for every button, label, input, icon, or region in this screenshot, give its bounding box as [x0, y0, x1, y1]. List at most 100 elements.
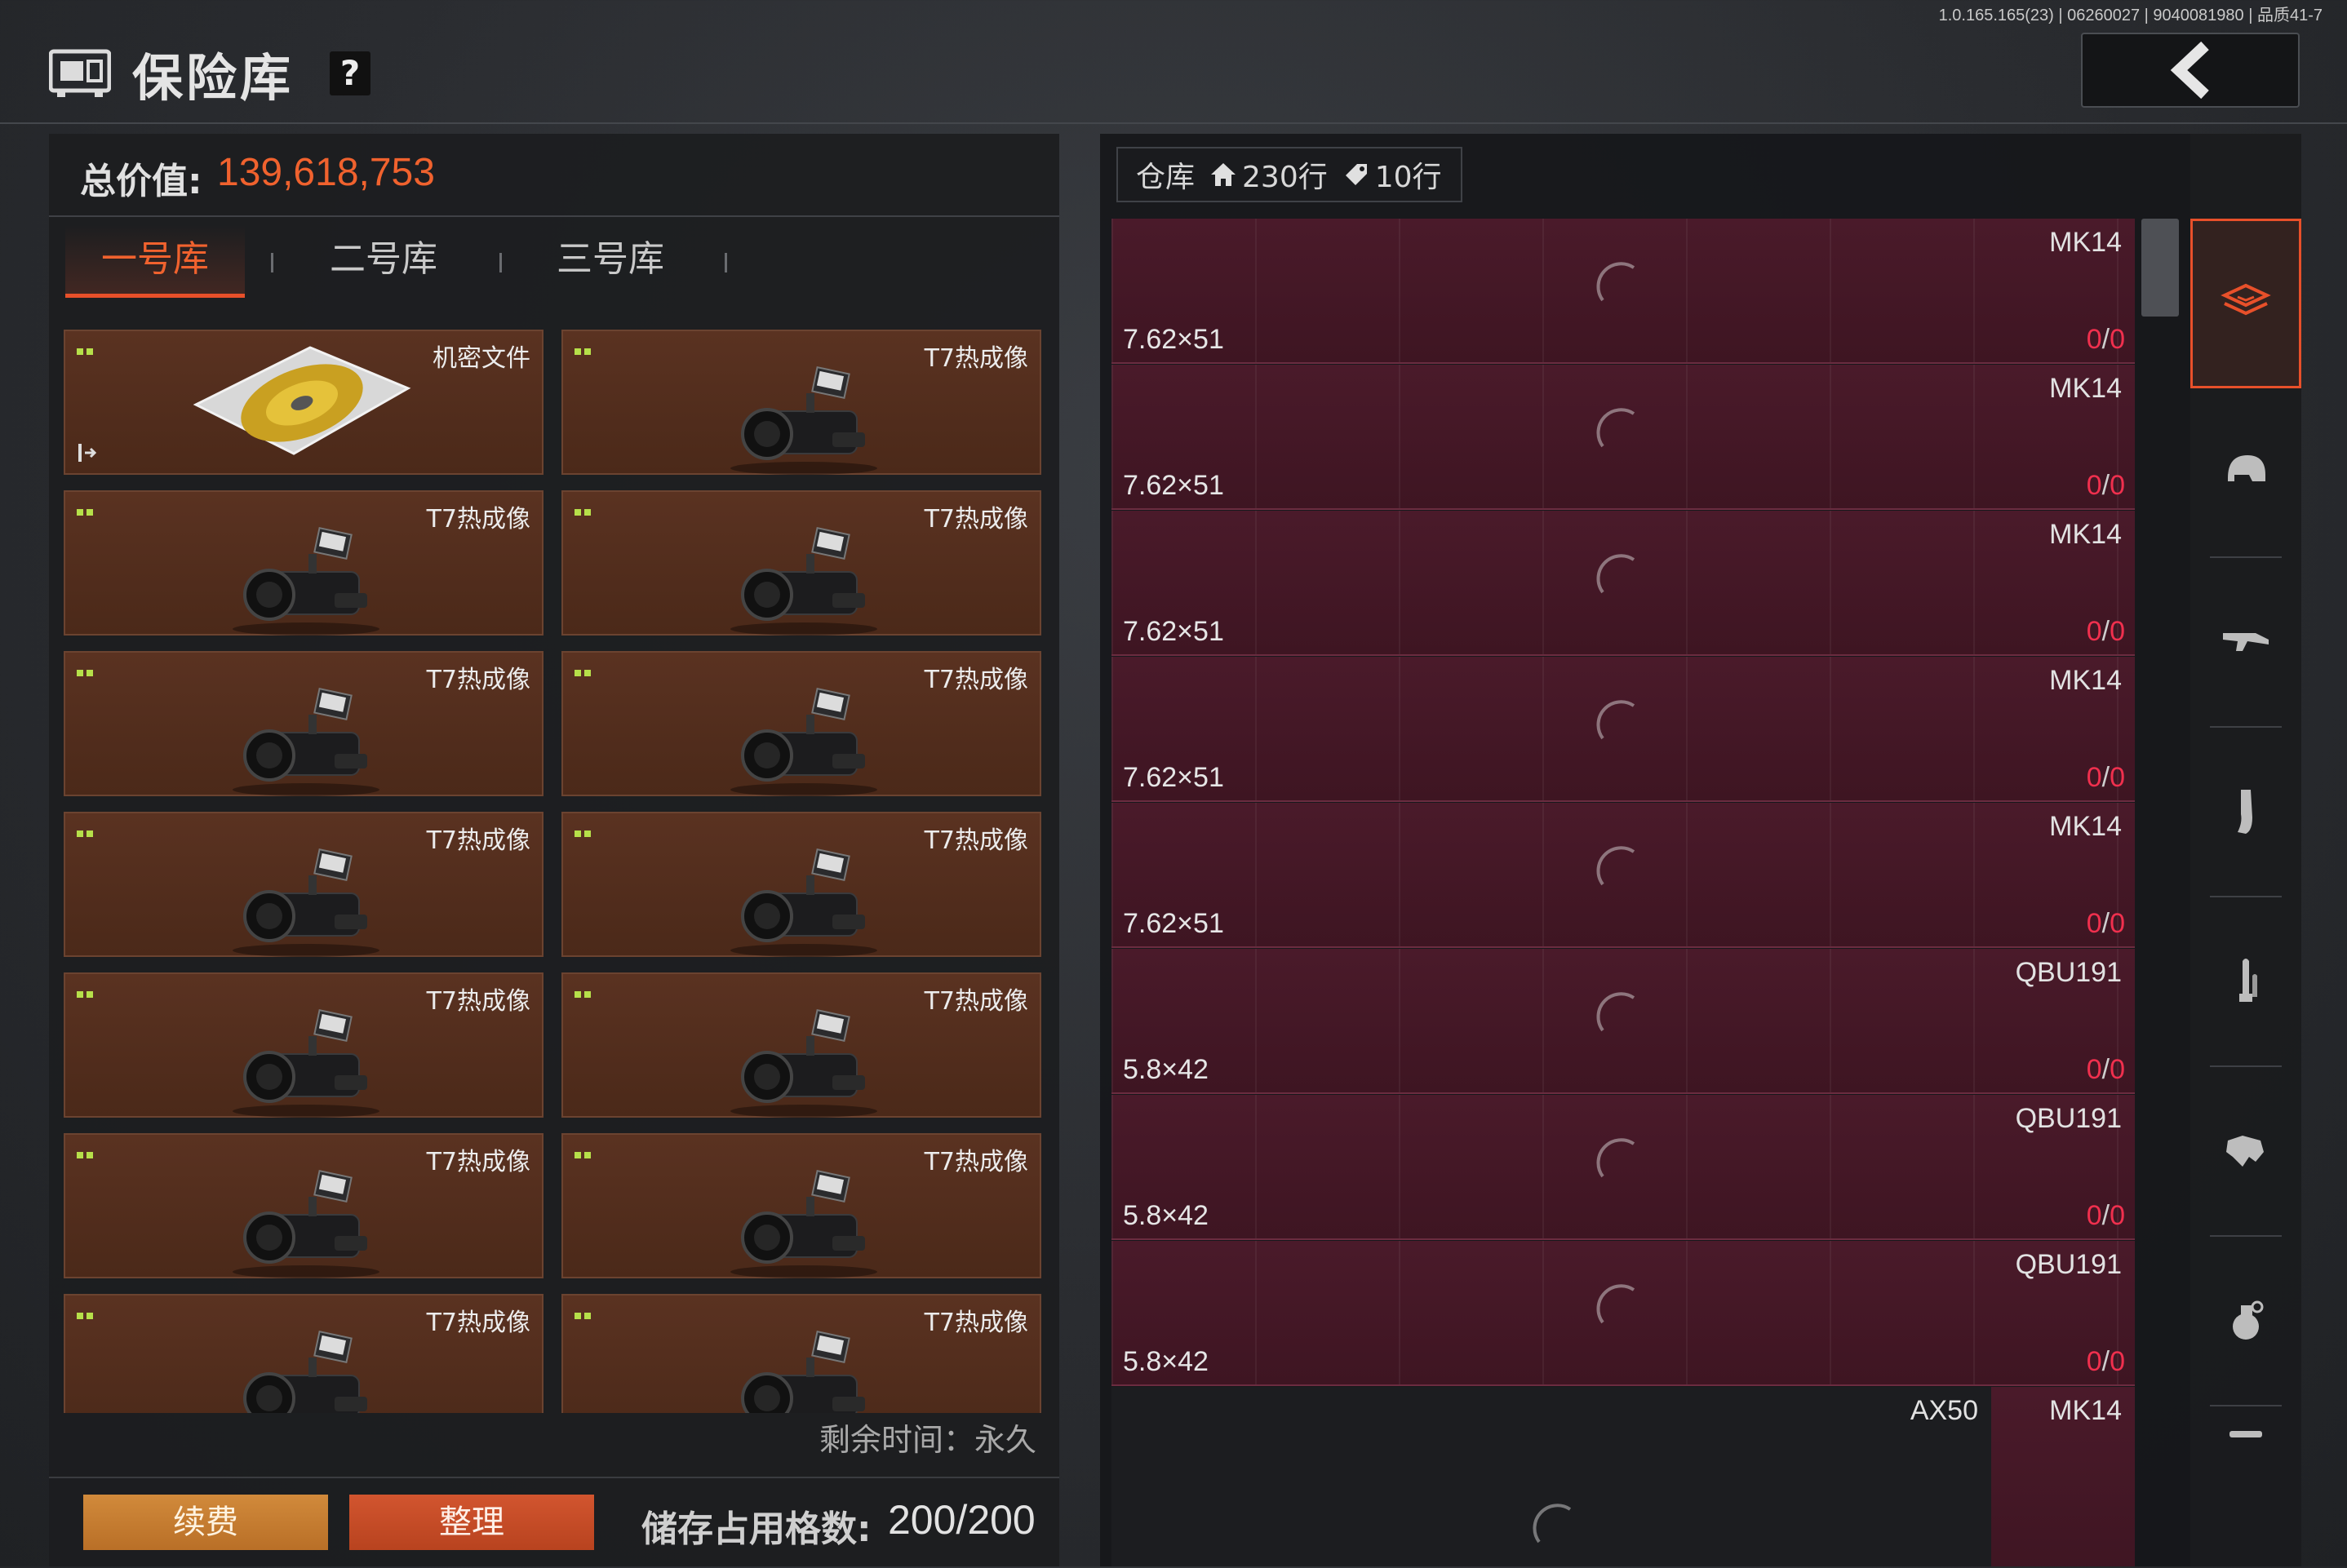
loading-spinner-icon — [1593, 844, 1653, 904]
ammo-count-max: 0 — [2110, 1346, 2125, 1377]
slot-item-label: T7热成像 — [924, 1148, 1028, 1176]
helmet-icon — [2220, 445, 2272, 501]
vault-tabs: 一号库 二号库 三号库 — [65, 225, 1045, 299]
sort-button[interactable]: 整理 — [349, 1495, 594, 1550]
classified-disc-icon — [188, 339, 411, 462]
slot-item-label: T7热成像 — [924, 1309, 1028, 1337]
armor-icon — [2220, 1124, 2272, 1180]
vault-slot[interactable]: T7热成像 — [64, 490, 543, 636]
ammo-count-separator: / — [2101, 908, 2110, 939]
slot-item-label: 机密文件 — [433, 344, 530, 373]
thermal-scope-icon — [212, 675, 400, 798]
warehouse-cell[interactable]: MK14 — [1991, 1387, 2135, 1566]
warehouse-scrollbar[interactable] — [2141, 219, 2179, 317]
total-value: 139,618,753 — [217, 151, 435, 194]
all-items-icon — [2220, 276, 2272, 331]
vault-slot[interactable]: T7热成像 — [561, 651, 1041, 796]
warehouse-row[interactable]: QBU191 5.8×42 0/0 — [1111, 1095, 2135, 1240]
more-icon — [2220, 1406, 2272, 1462]
ammo-count-max: 0 — [2110, 908, 2125, 939]
tab-vault-3[interactable]: 三号库 — [521, 225, 700, 294]
vault-slot[interactable]: T7热成像 — [561, 490, 1041, 636]
vault-slot[interactable]: 机密文件 — [64, 330, 543, 475]
loading-spinner-icon — [1593, 551, 1653, 612]
category-ammo[interactable] — [2190, 897, 2301, 1067]
vault-slot[interactable]: T7热成像 — [561, 1133, 1041, 1278]
warehouse-row[interactable]: MK14 7.62×51 0/0 — [1111, 219, 2135, 364]
ammo-count: 0/0 — [2087, 1346, 2125, 1378]
rarity-dots-icon — [575, 986, 592, 998]
warehouse-panel: 仓库 230行 10行 MK14 7.62×51 0/0 MK14 7.62×51 0/0… — [1100, 134, 2190, 1566]
vault-slot[interactable]: T7热成像 — [64, 1294, 543, 1413]
category-helmet[interactable] — [2190, 388, 2301, 558]
category-rifle[interactable] — [2190, 558, 2301, 728]
ammo-count-current: 0 — [2086, 1346, 2102, 1377]
slot-item-label: T7热成像 — [924, 344, 1028, 373]
vault-slot[interactable]: T7热成像 — [64, 1133, 543, 1278]
warehouse-row[interactable]: MK14 7.62×51 0/0 — [1111, 803, 2135, 948]
ammo-count-current: 0 — [2086, 908, 2102, 939]
thermal-scope-icon — [212, 836, 400, 959]
renew-button[interactable]: 续费 — [83, 1495, 328, 1550]
ammo-count-current: 0 — [2086, 1054, 2102, 1085]
warehouse-row[interactable]: MK14 7.62×51 0/0 — [1111, 657, 2135, 802]
magazine-icon — [2220, 785, 2272, 840]
top-bar: 保险库 ? — [0, 0, 2347, 124]
warehouse-row[interactable]: QBU191 5.8×42 0/0 — [1111, 1241, 2135, 1386]
ammo-count-max: 0 — [2110, 616, 2125, 647]
weapon-name: MK14 — [2049, 665, 2122, 696]
tab-divider — [499, 253, 502, 272]
category-all-items[interactable] — [2190, 219, 2301, 388]
slot-item-label: T7热成像 — [924, 505, 1028, 534]
back-button[interactable] — [2081, 33, 2300, 108]
ammo-count: 0/0 — [2087, 1054, 2125, 1086]
ammo-count-max: 0 — [2110, 324, 2125, 355]
help-icon[interactable]: ? — [330, 51, 371, 95]
vault-slot[interactable]: T7热成像 — [561, 812, 1041, 957]
ammo-count-max: 0 — [2110, 1200, 2125, 1231]
ammo-count-separator: / — [2101, 616, 2110, 647]
weapon-name: MK14 — [2049, 519, 2122, 550]
ammo-count-separator: / — [2101, 762, 2110, 793]
ammo-count: 0/0 — [2087, 470, 2125, 502]
vault-slot[interactable]: T7热成像 — [64, 651, 543, 796]
ammo-count-separator: / — [2101, 1054, 2110, 1085]
ammo-icon — [2220, 955, 2272, 1010]
vault-slot[interactable]: T7热成像 — [561, 1294, 1041, 1413]
loading-spinner-icon — [1593, 405, 1653, 466]
slot-item-label: T7热成像 — [426, 987, 530, 1016]
rarity-dots-icon — [77, 664, 95, 676]
vault-item-grid: 机密文件 T7热成像 T7热成像 T7热成像 T7热成像 T7热成像 T7热成像 — [64, 330, 1051, 1413]
category-armor[interactable] — [2190, 1067, 2301, 1237]
vault-slot[interactable]: T7热成像 — [561, 330, 1041, 475]
ammo-caliber: 7.62×51 — [1123, 616, 1224, 647]
ammo-count-max: 0 — [2110, 762, 2125, 793]
warehouse-rows-home: 230行 — [1242, 161, 1328, 194]
slot-item-label: T7热成像 — [426, 666, 530, 694]
vault-slot[interactable]: T7热成像 — [64, 972, 543, 1118]
warehouse-row[interactable]: QBU191 5.8×42 0/0 — [1111, 949, 2135, 1094]
warehouse-rows-tag: 10行 — [1374, 161, 1442, 194]
category-grenade[interactable] — [2190, 1237, 2301, 1406]
thermal-scope-icon — [710, 675, 898, 798]
ammo-caliber: 7.62×51 — [1123, 470, 1224, 501]
tab-vault-2[interactable]: 二号库 — [294, 225, 473, 294]
home-icon — [1211, 163, 1236, 186]
category-magazine[interactable] — [2190, 728, 2301, 897]
slot-item-label: T7热成像 — [426, 505, 530, 534]
ammo-count-current: 0 — [2086, 762, 2102, 793]
warehouse-row[interactable]: MK14 7.62×51 0/0 — [1111, 365, 2135, 510]
ammo-count-current: 0 — [2086, 616, 2102, 647]
ammo-caliber: 7.62×51 — [1123, 908, 1224, 939]
warehouse-row[interactable]: MK14 7.62×51 0/0 — [1111, 511, 2135, 656]
page-title: 保险库 — [132, 48, 295, 108]
vault-slot[interactable]: T7热成像 — [561, 972, 1041, 1118]
loading-spinner-icon — [1593, 259, 1653, 320]
category-more[interactable] — [2190, 1406, 2301, 1472]
vault-slot[interactable]: T7热成像 — [64, 812, 543, 957]
rarity-dots-icon — [77, 825, 95, 837]
warehouse-row[interactable]: MK14 AX50 — [1111, 1387, 2135, 1566]
warehouse-list[interactable]: MK14 7.62×51 0/0 MK14 7.62×51 0/0 MK14 7.62×51 0… — [1111, 219, 2135, 1566]
tab-vault-1[interactable]: 一号库 — [65, 225, 245, 298]
ammo-caliber: 5.8×42 — [1123, 1346, 1209, 1377]
